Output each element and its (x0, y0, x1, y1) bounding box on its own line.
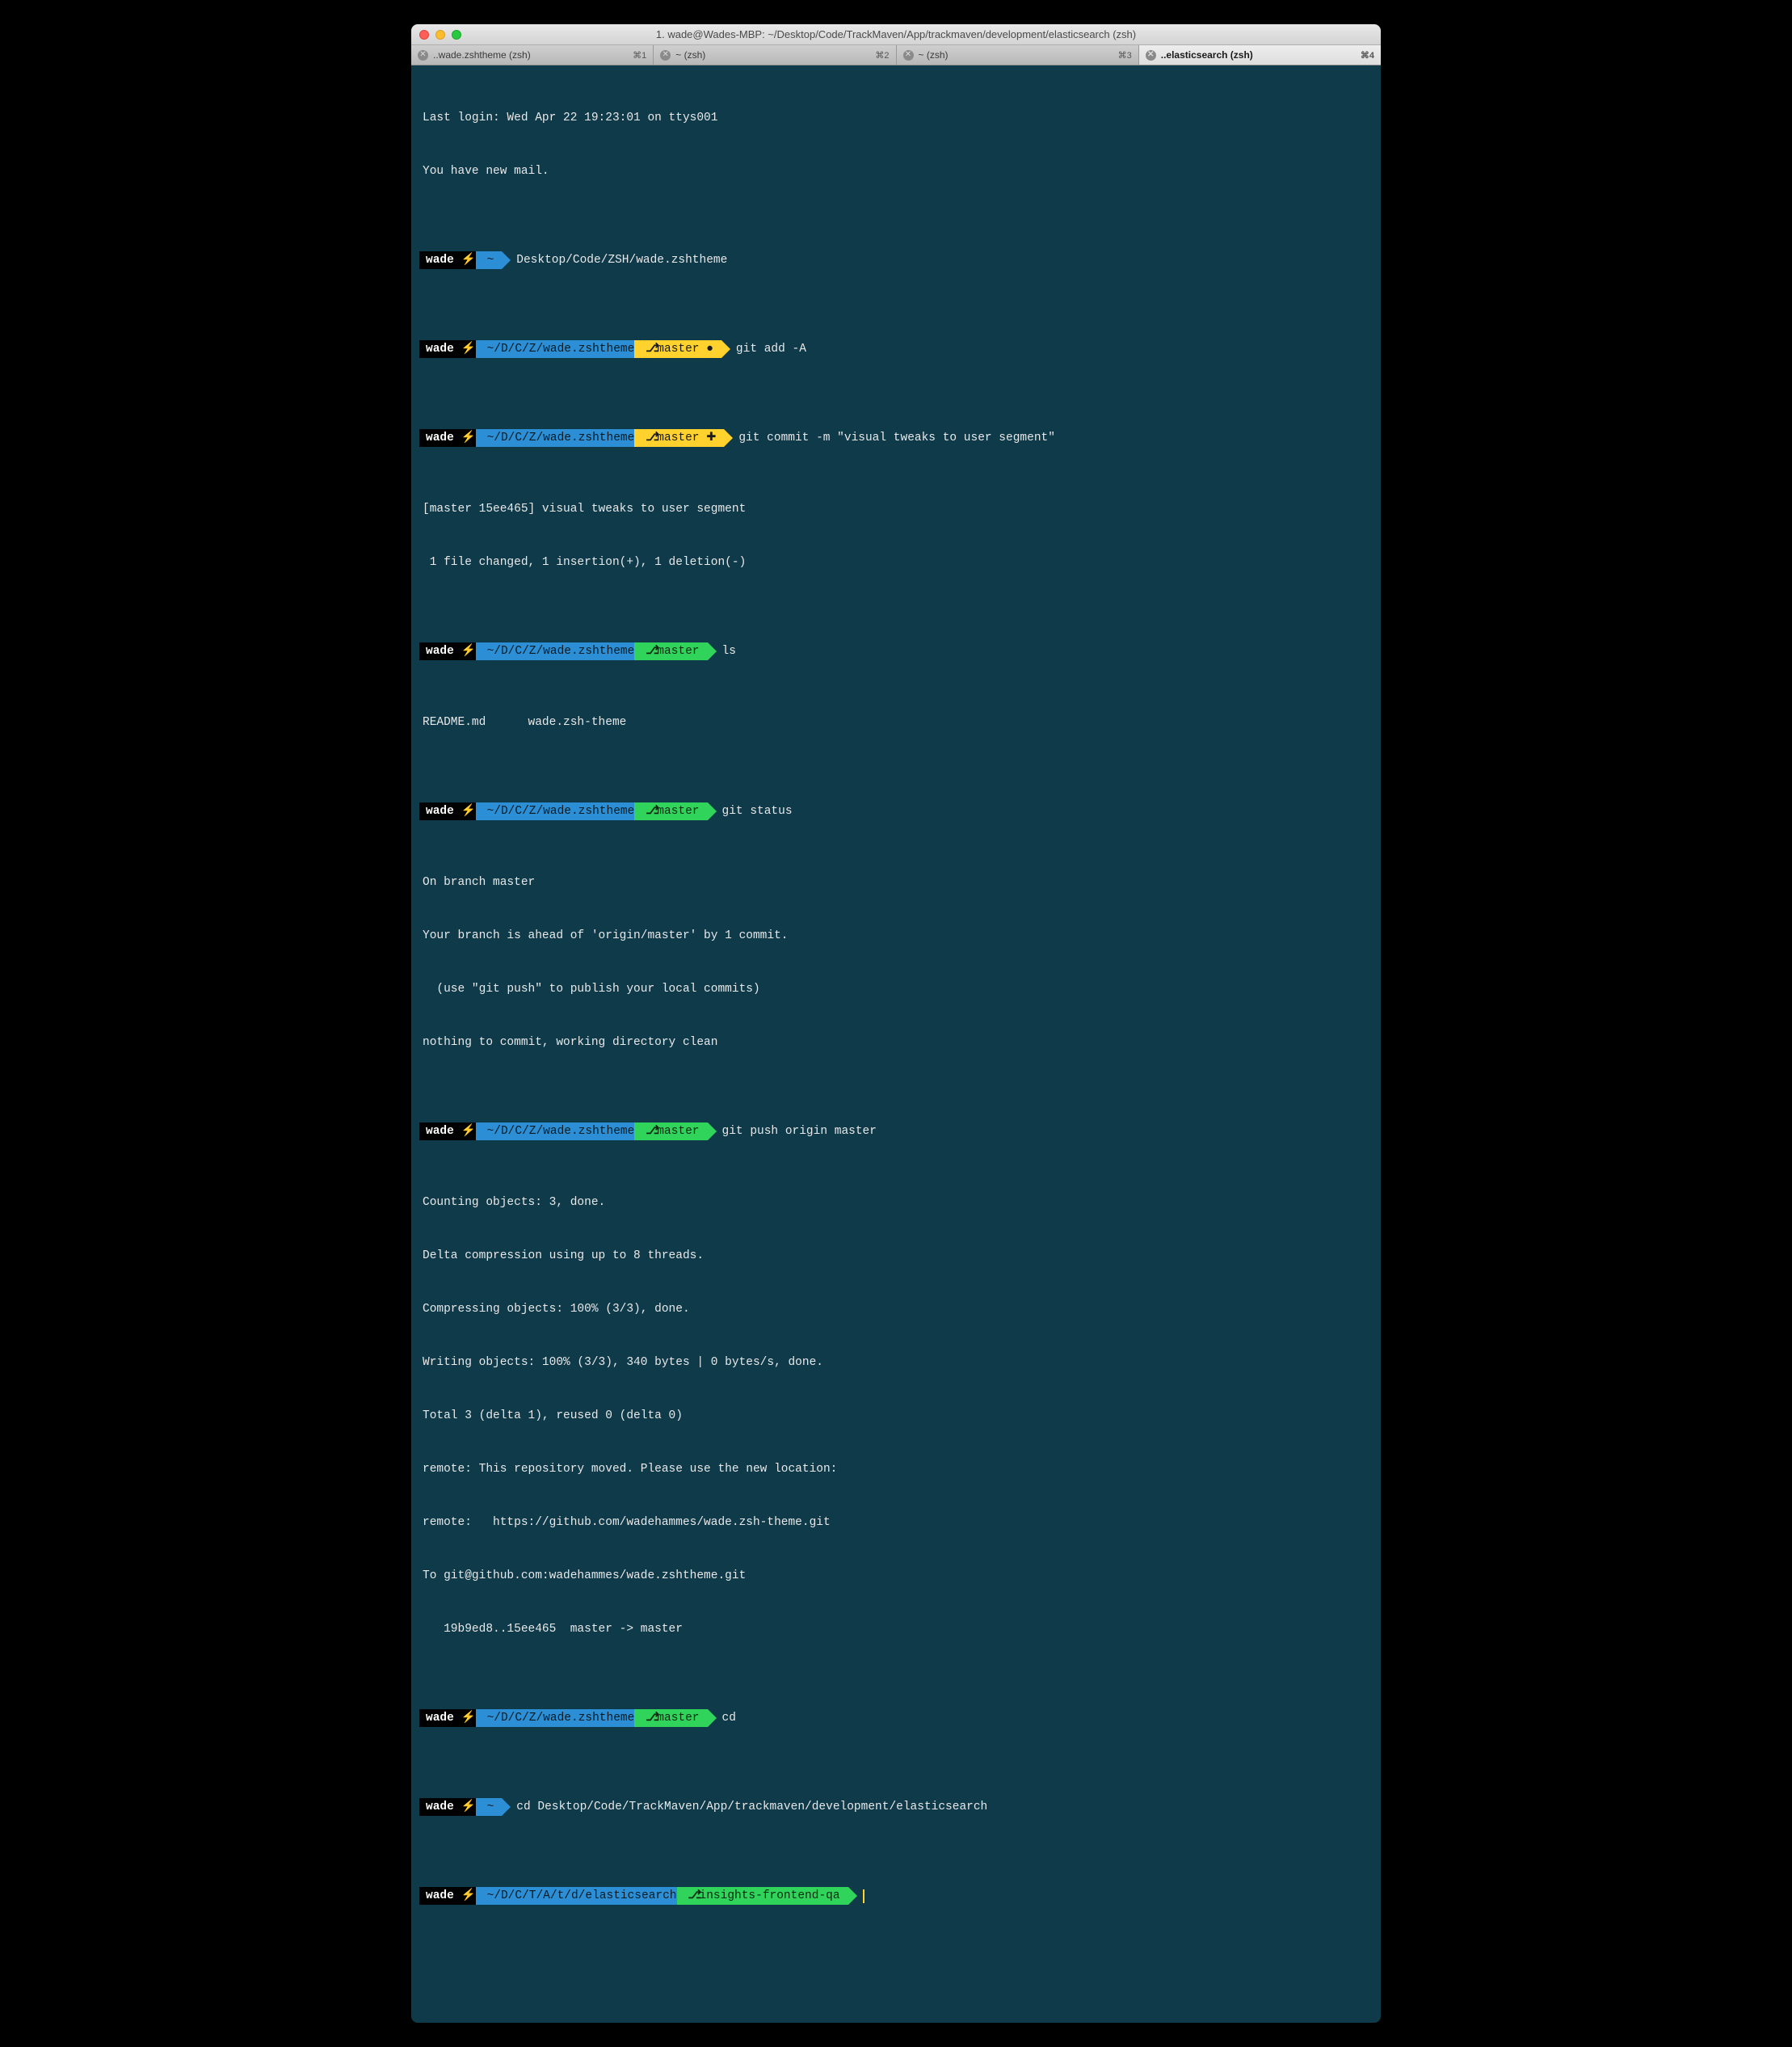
output-line: [master 15ee465] visual tweaks to user s… (419, 500, 1373, 518)
git-branch-icon: ⎇ (688, 1887, 696, 1905)
window-title: 1. wade@Wades-MBP: ~/Desktop/Code/TrackM… (411, 28, 1381, 40)
git-branch-icon: ⎇ (646, 340, 654, 358)
tab-label: ~ (zsh) (919, 49, 949, 61)
output-line: nothing to commit, working directory cle… (419, 1034, 1373, 1051)
output-line: Compressing objects: 100% (3/3), done. (419, 1300, 1373, 1318)
path-segment: ~/D/C/T/A/t/d/elasticsearch (476, 1887, 685, 1905)
output-line: Delta compression using up to 8 threads. (419, 1247, 1373, 1265)
path-segment: ~/D/C/Z/wade.zshtheme (476, 429, 643, 447)
output-line: Total 3 (delta 1), reused 0 (delta 0) (419, 1407, 1373, 1425)
git-branch-icon: ⎇ (646, 642, 654, 660)
tab-shortcut: ⌘4 (1361, 50, 1374, 61)
prompt-line: wade ⚡ ~/D/C/Z/wade.zshtheme ⎇master ls (419, 642, 1373, 660)
path-segment: ~/D/C/Z/wade.zshtheme (476, 1709, 643, 1727)
tab-close-icon[interactable]: ✕ (660, 50, 671, 61)
output-line: You have new mail. (419, 162, 1373, 180)
tab-2[interactable]: ✕ ~ (zsh) ⌘2 (654, 45, 896, 65)
command-text: git add -A (736, 340, 806, 358)
path-segment: ~/D/C/Z/wade.zshtheme (476, 340, 643, 358)
titlebar: 1. wade@Wades-MBP: ~/Desktop/Code/TrackM… (411, 24, 1381, 45)
branch-segment: ⎇master ✚ (634, 429, 724, 447)
git-branch-icon: ⎇ (646, 802, 654, 820)
terminal-window: 1. wade@Wades-MBP: ~/Desktop/Code/TrackM… (411, 24, 1381, 2023)
branch-segment: ⎇master (634, 1122, 707, 1140)
path-segment: ~ (476, 251, 503, 269)
output-line: remote: https://github.com/wadehammes/wa… (419, 1514, 1373, 1531)
terminal-body[interactable]: Last login: Wed Apr 22 19:23:01 on ttys0… (411, 65, 1381, 2023)
user-segment: wade ⚡ (419, 251, 484, 269)
git-branch-icon: ⎇ (646, 1122, 654, 1140)
output-line: To git@github.com:wadehammes/wade.zshthe… (419, 1567, 1373, 1585)
output-line: 19b9ed8..15ee465 master -> master (419, 1620, 1373, 1638)
tab-close-icon[interactable]: ✕ (1146, 50, 1156, 61)
user-segment: wade ⚡ (419, 1887, 484, 1905)
output-line: Counting objects: 3, done. (419, 1194, 1373, 1211)
prompt-line: wade ⚡ ~ cd Desktop/Code/TrackMaven/App/… (419, 1798, 1373, 1816)
tab-close-icon[interactable]: ✕ (418, 50, 428, 61)
output-line: Last login: Wed Apr 22 19:23:01 on ttys0… (419, 109, 1373, 127)
branch-segment: ⎇master (634, 642, 707, 660)
prompt-line: wade ⚡ ~/D/C/Z/wade.zshtheme ⎇master cd (419, 1709, 1373, 1727)
prompt-line: wade ⚡ ~/D/C/Z/wade.zshtheme ⎇master ✚ g… (419, 429, 1373, 447)
command-text: Desktop/Code/ZSH/wade.zshtheme (516, 251, 727, 269)
git-branch-icon: ⎇ (646, 1709, 654, 1727)
tab-4[interactable]: ✕ ..elasticsearch (zsh) ⌘4 (1139, 45, 1381, 65)
tab-shortcut: ⌘2 (875, 50, 889, 61)
output-line: Your branch is ahead of 'origin/master' … (419, 927, 1373, 945)
path-segment: ~/D/C/Z/wade.zshtheme (476, 642, 643, 660)
branch-segment: ⎇master (634, 1709, 707, 1727)
git-branch-icon: ⎇ (646, 429, 654, 447)
tab-3[interactable]: ✕ ~ (zsh) ⌘3 (897, 45, 1139, 65)
user-segment: wade ⚡ (419, 1798, 484, 1816)
prompt-line: wade ⚡ ~/D/C/Z/wade.zshtheme ⎇master ● g… (419, 340, 1373, 358)
tab-shortcut: ⌘1 (633, 50, 646, 61)
tab-label: ..wade.zshtheme (zsh) (433, 49, 531, 61)
output-line: Writing objects: 100% (3/3), 340 bytes |… (419, 1354, 1373, 1371)
output-line: On branch master (419, 874, 1373, 891)
command-text: git push origin master (722, 1122, 877, 1140)
output-line: README.md wade.zsh-theme (419, 714, 1373, 731)
tab-1[interactable]: ✕ ..wade.zshtheme (zsh) ⌘1 (411, 45, 654, 65)
user-segment: wade ⚡ (419, 802, 484, 820)
path-segment: ~/D/C/Z/wade.zshtheme (476, 802, 643, 820)
tab-label: ..elasticsearch (zsh) (1161, 49, 1253, 61)
tab-close-icon[interactable]: ✕ (903, 50, 914, 61)
command-text: ls (722, 642, 736, 660)
branch-segment: ⎇insights-frontend-qa (677, 1887, 848, 1905)
cursor-icon (863, 1889, 864, 1903)
branch-segment: ⎇master (634, 802, 707, 820)
prompt-line: wade ⚡ ~/D/C/Z/wade.zshtheme ⎇master git… (419, 802, 1373, 820)
tab-label: ~ (zsh) (675, 49, 705, 61)
prompt-line: wade ⚡ ~/D/C/Z/wade.zshtheme ⎇master git… (419, 1122, 1373, 1140)
output-line: remote: This repository moved. Please us… (419, 1460, 1373, 1478)
path-segment: ~/D/C/Z/wade.zshtheme (476, 1122, 643, 1140)
prompt-line: wade ⚡ ~/D/C/T/A/t/d/elasticsearch ⎇insi… (419, 1887, 1373, 1905)
user-segment: wade ⚡ (419, 429, 484, 447)
traffic-lights (419, 30, 461, 40)
command-text: git commit -m "visual tweaks to user seg… (738, 429, 1055, 447)
tabbar: ✕ ..wade.zshtheme (zsh) ⌘1 ✕ ~ (zsh) ⌘2 … (411, 45, 1381, 65)
command-text: git status (722, 802, 793, 820)
user-segment: wade ⚡ (419, 340, 484, 358)
user-segment: wade ⚡ (419, 1122, 484, 1140)
path-segment: ~ (476, 1798, 503, 1816)
prompt-line: wade ⚡ ~ Desktop/Code/ZSH/wade.zshtheme (419, 251, 1373, 269)
output-line: 1 file changed, 1 insertion(+), 1 deleti… (419, 554, 1373, 571)
close-icon[interactable] (419, 30, 429, 40)
zoom-icon[interactable] (452, 30, 461, 40)
user-segment: wade ⚡ (419, 1709, 484, 1727)
command-text: cd Desktop/Code/TrackMaven/App/trackmave… (516, 1798, 987, 1816)
tab-shortcut: ⌘3 (1118, 50, 1132, 61)
command-text: cd (722, 1709, 736, 1727)
user-segment: wade ⚡ (419, 642, 484, 660)
output-line: (use "git push" to publish your local co… (419, 980, 1373, 998)
branch-segment: ⎇master ● (634, 340, 721, 358)
minimize-icon[interactable] (435, 30, 445, 40)
